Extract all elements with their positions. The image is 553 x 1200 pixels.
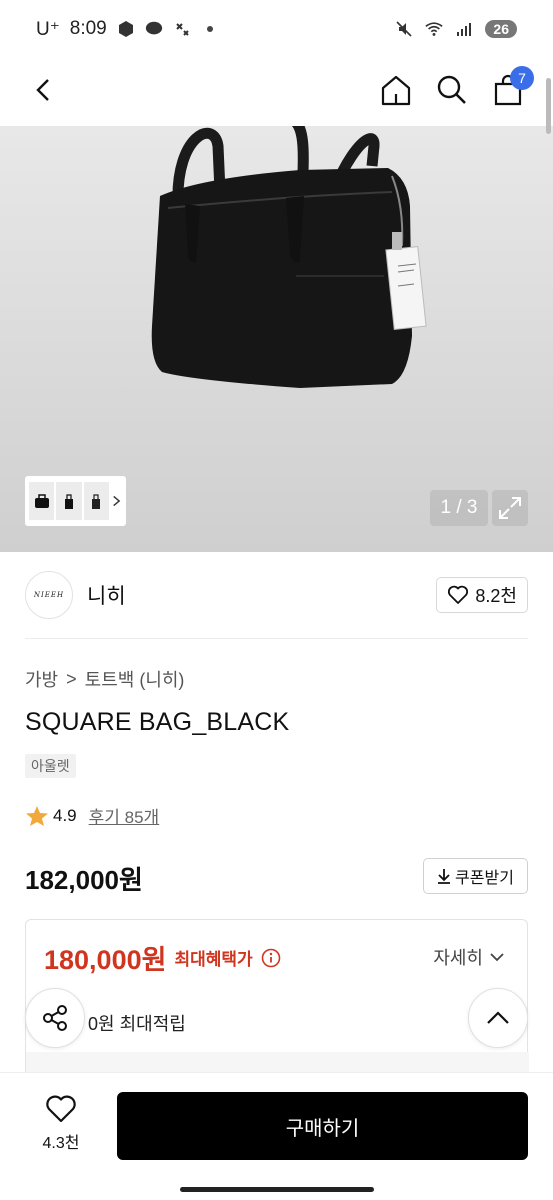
top-nav: 7	[0, 58, 553, 126]
mute-icon	[395, 20, 413, 38]
heart-icon	[448, 585, 469, 604]
max-points: 0원 최대적립	[88, 1014, 186, 1034]
chevron-down-icon	[490, 953, 504, 962]
carrier-label: U⁺	[36, 18, 60, 40]
breadcrumb-subcategory[interactable]: 토트백 (니히)	[85, 666, 185, 692]
scroll-to-top-button[interactable]	[468, 988, 528, 1048]
wishlist-button[interactable]: 4.3천	[30, 1095, 92, 1153]
battery-indicator: 26	[485, 20, 517, 38]
talk-notification-icon	[145, 20, 163, 38]
brand-logo[interactable]: NIEEH	[25, 571, 73, 619]
search-icon	[437, 75, 466, 104]
breadcrumb-category[interactable]: 가방	[25, 666, 58, 692]
thumbnail-1[interactable]	[29, 482, 55, 520]
brand-like-button[interactable]: 8.2천	[436, 577, 528, 613]
search-button[interactable]	[430, 68, 474, 112]
share-icon	[43, 1005, 67, 1031]
outlet-tag: 아울렛	[25, 754, 76, 778]
bag-thumbnail-icon	[65, 494, 74, 509]
brand-logo-text: NIEEH	[33, 591, 65, 599]
buy-button[interactable]: 구매하기	[117, 1092, 528, 1160]
scrollbar[interactable]	[546, 78, 551, 134]
heart-icon	[46, 1095, 76, 1123]
wishlist-count: 4.3천	[42, 1135, 80, 1152]
star-icon	[26, 805, 48, 826]
back-arrow-icon	[36, 79, 49, 101]
dot-icon	[201, 20, 219, 38]
bottom-action-bar: 4.3천 구매하기	[0, 1072, 553, 1200]
best-price-amount: 180,000원	[44, 945, 167, 975]
expand-gallery-button[interactable]	[492, 490, 528, 526]
settings-notification-icon	[173, 20, 191, 38]
coupon-button[interactable]: 쿠폰받기	[423, 858, 528, 894]
best-price-label: 최대혜택가	[174, 950, 253, 969]
download-icon	[438, 869, 451, 884]
product-image-gallery[interactable]: 1 / 3	[0, 126, 553, 552]
info-icon[interactable]	[261, 948, 281, 968]
bag-thumbnail-icon	[34, 494, 49, 508]
home-button[interactable]	[374, 68, 418, 112]
reviews-link[interactable]: 후기 85개	[89, 803, 160, 828]
home-icon	[381, 75, 411, 106]
chevron-up-icon	[487, 1011, 509, 1024]
back-button[interactable]	[22, 68, 66, 112]
thumbnail-strip[interactable]	[25, 476, 126, 526]
benefit-box: 180,000원 최대혜택가 자세히 0원 최대적립	[25, 919, 529, 1092]
gallery-page-counter: 1 / 3	[430, 490, 488, 526]
chevron-right-icon[interactable]	[111, 494, 122, 508]
rating-value: 4.9	[53, 805, 77, 825]
best-price-row: 180,000원 최대혜택가	[44, 938, 281, 977]
coupon-label: 쿠폰받기	[455, 870, 514, 887]
details-label: 자세히	[433, 948, 483, 968]
app-notification-icon	[117, 20, 135, 38]
thumbnail-2[interactable]	[56, 482, 82, 520]
status-bar: U⁺ 8:09 26	[0, 0, 553, 58]
brand-row: NIEEH 니히 8.2천	[25, 570, 528, 620]
wifi-icon	[425, 20, 444, 38]
brand-like-count: 8.2천	[475, 586, 517, 606]
rating-row: 4.9 후기 85개	[25, 803, 159, 828]
cart-count-badge: 7	[510, 66, 534, 90]
home-indicator[interactable]	[180, 1187, 374, 1192]
buy-label: 구매하기	[285, 1117, 360, 1140]
cart-button[interactable]: 7	[486, 66, 534, 112]
signal-icon	[455, 20, 473, 38]
clock: 8:09	[69, 18, 107, 39]
expand-icon	[499, 497, 521, 519]
divider	[25, 638, 528, 639]
product-price: 182,000원	[25, 865, 143, 895]
details-toggle[interactable]: 자세히	[433, 944, 505, 970]
share-button[interactable]	[25, 988, 85, 1048]
breadcrumb-separator: >	[66, 668, 77, 689]
brand-name[interactable]: 니히	[87, 580, 126, 610]
product-title: SQUARE BAG_BLACK	[25, 708, 290, 736]
breadcrumb: 가방 > 토트백 (니히)	[25, 666, 184, 692]
bag-thumbnail-icon	[92, 494, 101, 509]
thumbnail-3[interactable]	[83, 482, 110, 520]
